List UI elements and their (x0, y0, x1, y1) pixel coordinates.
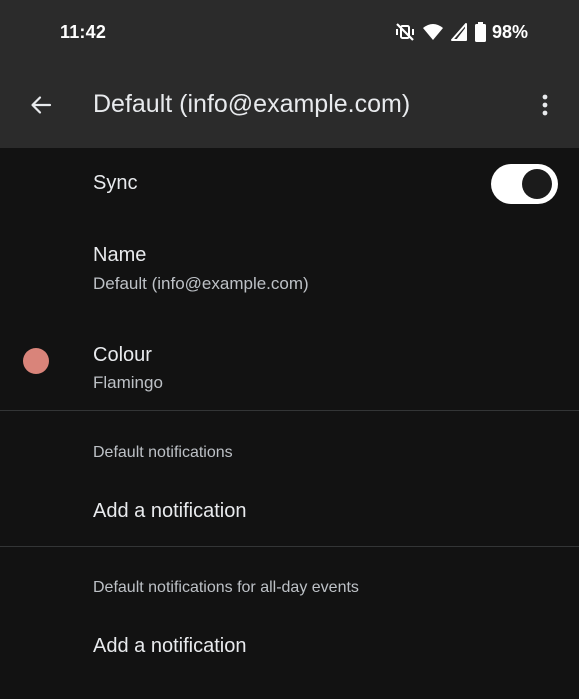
add-notification-label: Add a notification (93, 635, 247, 657)
back-button[interactable] (20, 86, 62, 128)
settings-list: Sync Name Default (info@example.com) Col… (0, 148, 579, 687)
add-notification-label: Add a notification (93, 500, 247, 522)
page-title: Default (info@example.com) (93, 90, 411, 118)
status-icons: 98% (395, 20, 528, 44)
wifi-icon (422, 23, 443, 41)
sync-row[interactable]: Sync (0, 148, 579, 220)
section-heading: Default notifications for all-day events (93, 579, 359, 596)
more-options-button[interactable] (527, 86, 563, 128)
sync-label: Sync (93, 172, 138, 194)
add-all-day-notification-button[interactable]: Add a notification (0, 621, 579, 679)
vibrate-off-icon (395, 22, 415, 42)
battery-percent: 98% (491, 21, 528, 42)
signal-icon (450, 23, 467, 41)
toggle-knob (522, 169, 552, 199)
section-heading: Default notifications (93, 444, 233, 461)
divider (0, 410, 579, 411)
add-notification-button[interactable]: Add a notification (0, 486, 579, 544)
name-label: Name (93, 244, 147, 266)
all-day-notifications-section: Default notifications for all-day events… (0, 547, 579, 687)
status-time: 11:42 (60, 22, 107, 42)
more-vert-icon (541, 93, 549, 122)
battery-icon (474, 22, 486, 42)
name-row[interactable]: Name Default (info@example.com) (0, 220, 579, 314)
colour-swatch (23, 348, 49, 374)
sync-toggle[interactable] (491, 164, 558, 204)
colour-row[interactable]: Colour Flamingo (0, 314, 579, 416)
name-value: Default (info@example.com) (93, 274, 309, 293)
colour-value: Flamingo (93, 373, 163, 392)
colour-label: Colour (93, 344, 152, 366)
app-bar: Default (info@example.com) (0, 66, 579, 148)
status-bar: 11:42 98% (0, 0, 579, 66)
arrow-back-icon (29, 93, 53, 122)
default-notifications-section: Default notifications Add a notification (0, 416, 579, 547)
